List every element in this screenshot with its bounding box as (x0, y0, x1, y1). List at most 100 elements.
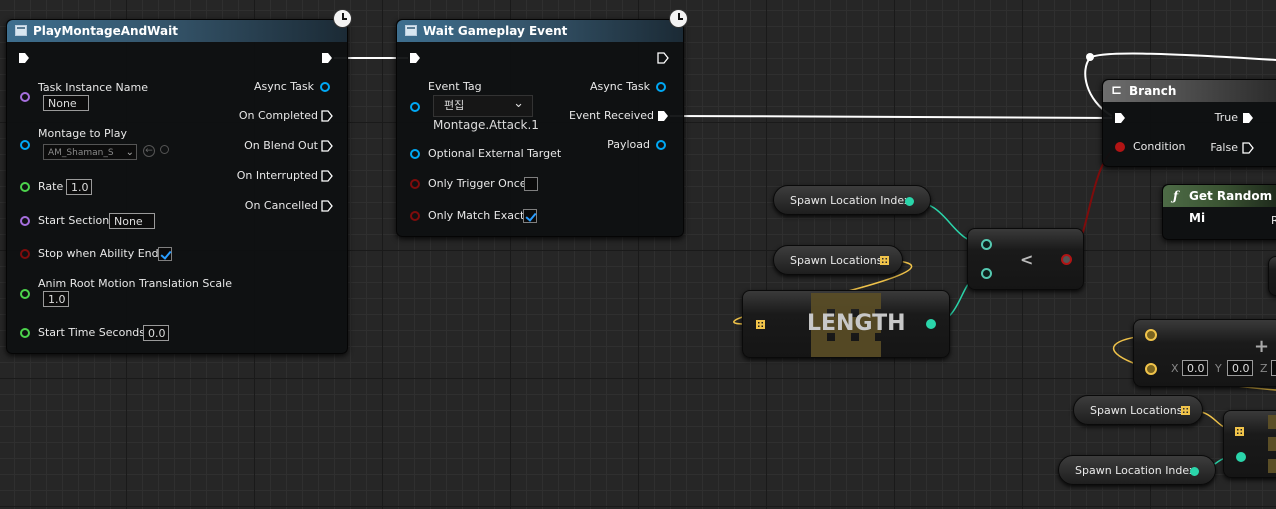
exec-wire-2[interactable] (669, 115, 1113, 119)
event-received-label: Event Received (568, 109, 654, 122)
length-node[interactable]: LENGTH (742, 290, 950, 358)
get-random-node[interactable]: ƒ Get Random Mi (1162, 184, 1276, 240)
spawn-locations-var[interactable]: Spawn Locations (773, 245, 903, 275)
spawn-location-index-out-pin[interactable] (905, 197, 914, 206)
rate-label: Rate (38, 180, 64, 193)
length-array-in-pin[interactable] (756, 320, 765, 329)
only-match-exact-pin[interactable] (410, 211, 420, 221)
array-get-index-pin[interactable] (1236, 452, 1246, 462)
spawn-locations-var-2[interactable]: Spawn Locations (1073, 395, 1203, 425)
on-blend-out-pin[interactable] (321, 140, 333, 152)
start-time-seconds-label: Start Time Seconds (38, 326, 145, 339)
spawn-location-index-label-2: Spawn Location Index (1075, 464, 1196, 477)
montage-asset-value: AM_Shaman_S (48, 148, 114, 158)
branch-header[interactable]: ⊏ Branch (1103, 80, 1276, 102)
anim-root-motion-pin[interactable] (20, 289, 30, 299)
less-than-label: < (1020, 250, 1034, 269)
rate-pin[interactable] (20, 182, 30, 192)
array-icon[interactable] (1181, 406, 1190, 415)
chevron-down-icon: ⌄ (513, 96, 524, 111)
spawn-location-index-var-2[interactable]: Spawn Location Index (1058, 455, 1216, 485)
true-exec-pin[interactable] (1242, 112, 1254, 124)
browse-icon[interactable] (160, 145, 169, 154)
only-match-exact-checkbox[interactable] (523, 209, 537, 223)
task-instance-name-label: Task Instance Name (38, 81, 148, 94)
task-instance-name-field[interactable]: None (43, 95, 89, 111)
add-b-pin[interactable] (1145, 363, 1157, 375)
false-exec-pin[interactable] (1242, 142, 1254, 154)
z-field[interactable] (1271, 360, 1276, 376)
exec-out-pin[interactable] (321, 52, 333, 64)
plus-label: + (1254, 336, 1270, 357)
spawn-location-index-var[interactable]: Spawn Location Index (773, 185, 931, 215)
on-cancelled-pin[interactable] (321, 200, 333, 212)
spawn-location-index-out-pin-2[interactable] (1190, 467, 1199, 476)
rate-field[interactable]: 1.0 (66, 179, 92, 195)
anim-root-motion-field[interactable]: 1.0 (43, 291, 69, 307)
play-montage-header[interactable]: PlayMontageAndWait (7, 20, 347, 42)
optional-external-target-pin[interactable] (410, 149, 420, 159)
clock-icon (333, 9, 352, 28)
on-completed-label: On Completed (238, 109, 318, 122)
start-time-seconds-pin[interactable] (20, 328, 30, 338)
start-section-pin[interactable] (20, 216, 30, 226)
y-field[interactable]: 0.0 (1227, 360, 1253, 376)
spawn-locations-label: Spawn Locations (790, 254, 883, 267)
wait-gameplay-event-header[interactable]: Wait Gameplay Event (397, 20, 683, 42)
stop-when-ability-ends-label: Stop when Ability Ends (38, 247, 165, 260)
start-section-field[interactable]: None (109, 213, 155, 229)
x-field[interactable]: 0.0 (1182, 360, 1208, 376)
chevron-down-icon: ⌄ (125, 147, 134, 158)
payload-pin[interactable] (656, 140, 666, 150)
reroute-node[interactable] (1086, 53, 1094, 61)
event-received-pin[interactable] (657, 110, 669, 122)
optional-external-target-label: Optional External Target (428, 147, 562, 160)
branch-exec-in-pin[interactable] (1114, 112, 1126, 124)
only-trigger-once-checkbox[interactable] (524, 177, 538, 191)
only-match-exact-label: Only Match Exact (428, 209, 525, 222)
wait-exec-out-pin[interactable] (657, 52, 669, 64)
function-icon (15, 25, 27, 36)
async-task-pin[interactable] (320, 82, 330, 92)
length-label: LENGTH (807, 311, 906, 336)
function-icon (405, 25, 417, 36)
less-a-pin[interactable] (981, 239, 992, 250)
play-montage-title: PlayMontageAndWait (33, 24, 178, 38)
array-get-array-pin[interactable] (1235, 427, 1244, 436)
on-completed-pin[interactable] (321, 110, 333, 122)
use-selected-icon[interactable]: ← (143, 145, 155, 157)
stop-when-ability-ends-checkbox[interactable] (158, 247, 172, 261)
blueprint-graph-canvas[interactable]: PlayMontageAndWait Task Instance Name No… (0, 0, 1276, 509)
montage-to-play-pin[interactable] (20, 140, 30, 150)
on-interrupted-label: On Interrupted (236, 169, 318, 182)
array-icon[interactable] (880, 256, 889, 265)
wait-async-task-pin[interactable] (656, 82, 666, 92)
start-time-seconds-field[interactable]: 0.0 (143, 325, 169, 341)
array-get-bg-icon (1268, 415, 1276, 475)
task-instance-name-pin[interactable] (20, 92, 30, 102)
offscreen-node[interactable] (1268, 256, 1276, 296)
less-than-node[interactable]: < (967, 228, 1084, 290)
x-label: X (1171, 362, 1179, 375)
on-interrupted-pin[interactable] (321, 170, 333, 182)
event-tag-pin[interactable] (410, 102, 420, 112)
event-tag-label: Event Tag (428, 80, 482, 93)
start-section-label: Start Section (38, 214, 110, 227)
get-random-header[interactable]: ƒ Get Random Mi (1163, 185, 1276, 225)
array-get-node[interactable] (1223, 410, 1276, 478)
get-random-title: Get Random Mi (1189, 189, 1273, 225)
event-tag-edit-label: 편집 (444, 99, 465, 112)
function-icon: ƒ (1173, 189, 1179, 203)
event-tag-dropdown[interactable]: 편집 ⌄ (433, 95, 533, 117)
exec-in-pin[interactable] (18, 52, 30, 64)
stop-when-ability-ends-pin[interactable] (20, 249, 30, 259)
only-trigger-once-pin[interactable] (410, 179, 420, 189)
length-out-pin[interactable] (926, 319, 936, 329)
vector-add-node[interactable]: X 0.0 Y 0.0 Z + (1133, 319, 1276, 387)
add-a-pin[interactable] (1145, 329, 1157, 341)
wait-exec-in-pin[interactable] (409, 52, 421, 64)
montage-asset-dropdown[interactable]: AM_Shaman_S ⌄ (43, 144, 137, 160)
condition-pin[interactable] (1115, 142, 1125, 152)
less-out-pin[interactable] (1061, 254, 1072, 265)
less-b-pin[interactable] (981, 268, 992, 279)
